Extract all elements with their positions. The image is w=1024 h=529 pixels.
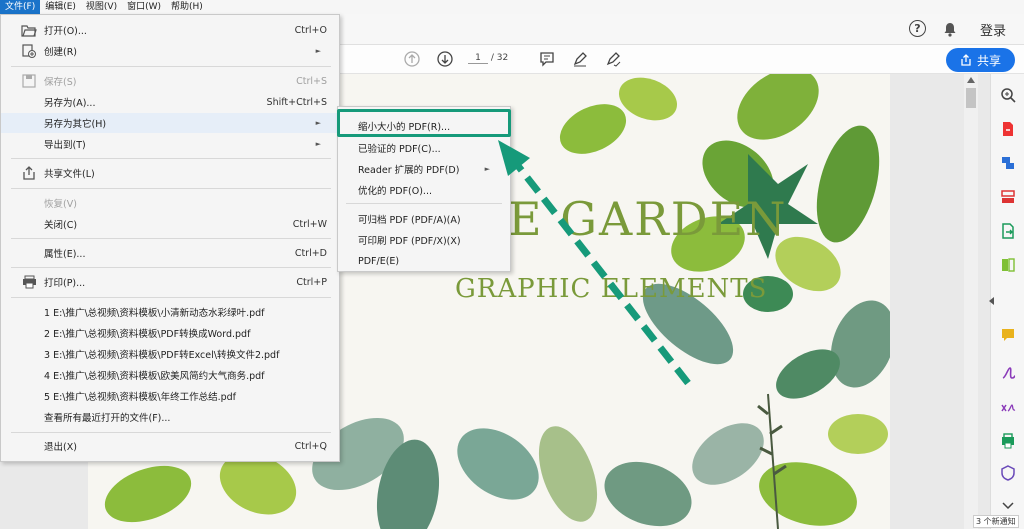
annotation-arrow: [498, 140, 691, 386]
